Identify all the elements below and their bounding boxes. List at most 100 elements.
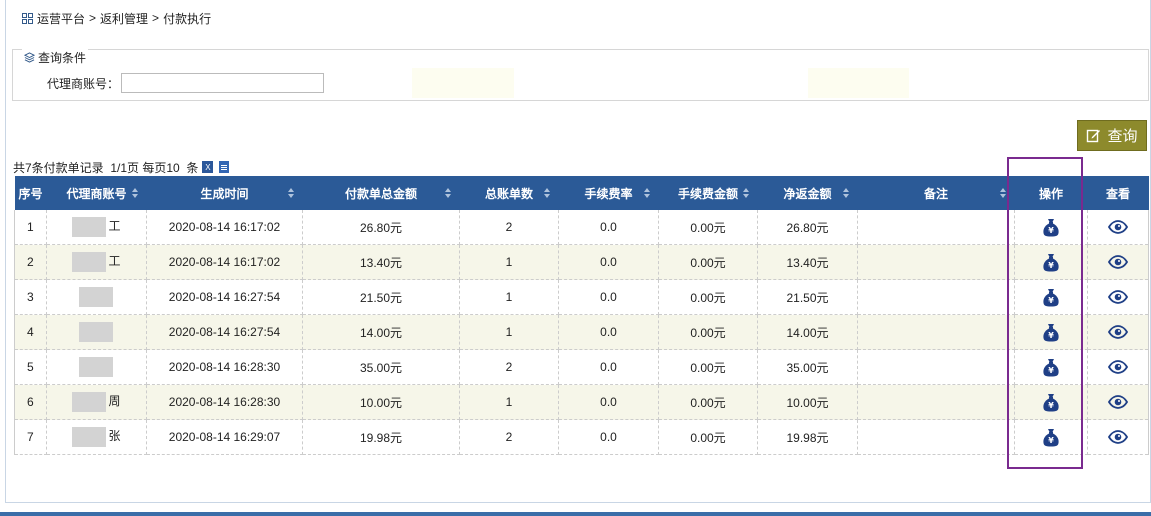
eye-icon[interactable]	[1107, 220, 1129, 235]
grid-icon	[22, 12, 33, 24]
header-remark[interactable]: 备注	[857, 176, 1015, 210]
sort-icon[interactable]	[643, 188, 651, 198]
cell-net-amount: 26.80元	[757, 210, 858, 245]
header-total-amount[interactable]: 付款单总金额	[302, 176, 460, 210]
header-label: 手续费率	[584, 186, 633, 201]
cell-operation: ¥	[1014, 210, 1088, 245]
breadcrumb-item[interactable]: 运营平台	[37, 10, 85, 27]
money-bag-icon[interactable]: ¥	[1043, 323, 1059, 342]
sort-icon[interactable]	[287, 188, 295, 198]
cell-fee-rate: 0.0	[558, 279, 659, 315]
cell-agent-account	[46, 314, 147, 350]
cell-bill-count: 1	[459, 384, 559, 420]
breadcrumb-separator: >	[152, 11, 160, 25]
redacted-block	[72, 252, 107, 272]
cell-created-time: 2020-08-14 16:29:07	[146, 419, 303, 455]
header-index: 序号	[14, 176, 47, 210]
cell-bill-count: 2	[459, 349, 559, 385]
money-bag-icon[interactable]: ¥	[1043, 428, 1059, 447]
cell-operation: ¥	[1014, 244, 1088, 280]
cell-created-time: 2020-08-14 16:28:30	[146, 349, 303, 385]
money-bag-icon[interactable]: ¥	[1043, 358, 1059, 377]
cell-total-amount: 13.40元	[302, 244, 460, 280]
document-icon[interactable]	[219, 161, 230, 173]
cell-remark	[857, 384, 1015, 420]
cell-fee-rate: 0.0	[558, 244, 659, 280]
header-created-time[interactable]: 生成时间	[146, 176, 303, 210]
eye-icon[interactable]	[1107, 255, 1129, 270]
layers-icon	[24, 52, 35, 63]
cell-created-time: 2020-08-14 16:17:02	[146, 210, 303, 245]
sort-icon[interactable]	[131, 188, 139, 198]
cell-index: 3	[14, 279, 47, 315]
table-header-row: 序号 代理商账号 生成时间 付款单总金额 总账单数 手续费率 手续费金额 净返金额 备注 操作 查看	[14, 176, 1149, 210]
record-summary-text: 共7条付款单记录 1/1页 每页10 条	[13, 160, 199, 175]
cell-fee-rate: 0.0	[558, 349, 659, 385]
cell-remark	[857, 210, 1015, 245]
cell-net-amount: 21.50元	[757, 279, 858, 315]
breadcrumb-item[interactable]: 返利管理	[100, 10, 148, 27]
excel-icon[interactable]: X	[202, 161, 214, 173]
cell-total-amount: 21.50元	[302, 279, 460, 315]
sort-icon[interactable]	[543, 188, 551, 198]
cell-fee-rate: 0.0	[558, 314, 659, 350]
redacted-block	[78, 287, 113, 307]
cell-operation: ¥	[1014, 314, 1088, 350]
agent-account-input[interactable]	[121, 73, 324, 93]
edit-icon	[1087, 129, 1101, 143]
money-bag-icon[interactable]: ¥	[1043, 218, 1059, 237]
cell-agent-account: 周	[46, 384, 147, 420]
cell-fee-rate: 0.0	[558, 210, 659, 245]
eye-icon[interactable]	[1107, 360, 1129, 375]
query-legend: 查询条件	[22, 49, 89, 66]
header-fee-rate[interactable]: 手续费率	[558, 176, 659, 210]
placeholder-cell	[808, 68, 909, 98]
money-bag-icon[interactable]: ¥	[1043, 253, 1059, 272]
header-agent-account[interactable]: 代理商账号	[46, 176, 147, 210]
cell-fee-amount: 0.00元	[658, 384, 758, 420]
sort-icon[interactable]	[999, 188, 1007, 198]
sort-icon[interactable]	[444, 188, 452, 198]
header-label: 备注	[923, 186, 948, 201]
sort-icon[interactable]	[842, 188, 850, 198]
eye-icon[interactable]	[1107, 290, 1129, 305]
eye-icon[interactable]	[1107, 395, 1129, 410]
cell-index: 1	[14, 210, 47, 245]
cell-index: 6	[14, 384, 47, 420]
cell-bill-count: 1	[459, 279, 559, 315]
header-label: 净返金额	[783, 186, 832, 201]
header-bill-count[interactable]: 总账单数	[459, 176, 559, 210]
query-button[interactable]: 查询	[1077, 120, 1147, 151]
cell-index: 4	[14, 314, 47, 350]
svg-text:¥: ¥	[1048, 261, 1054, 270]
cell-net-amount: 14.00元	[757, 314, 858, 350]
agent-account-text: 工	[108, 219, 121, 234]
cell-bill-count: 1	[459, 314, 559, 350]
eye-icon[interactable]	[1107, 430, 1129, 445]
header-net-amount[interactable]: 净返金额	[757, 176, 858, 210]
table-row: 3 2020-08-14 16:27:54 21.50元 1 0.0 0.00元 21.50…	[14, 279, 1149, 315]
header-label: 操作	[1038, 186, 1063, 201]
eye-icon[interactable]	[1107, 325, 1129, 340]
cell-net-amount: 35.00元	[757, 349, 858, 385]
cell-fee-amount: 0.00元	[658, 210, 758, 245]
svg-text:¥: ¥	[1048, 366, 1054, 375]
cell-remark	[857, 244, 1015, 280]
cell-created-time: 2020-08-14 16:27:54	[146, 279, 303, 315]
svg-text:¥: ¥	[1048, 436, 1054, 445]
cell-index: 2	[14, 244, 47, 280]
cell-total-amount: 35.00元	[302, 349, 460, 385]
cell-total-amount: 19.98元	[302, 419, 460, 455]
redacted-block	[78, 357, 113, 377]
money-bag-icon[interactable]: ¥	[1043, 288, 1059, 307]
header-label: 总账单数	[484, 186, 533, 201]
cell-created-time: 2020-08-14 16:27:54	[146, 314, 303, 350]
breadcrumb: 运营平台 > 返利管理 > 付款执行	[22, 10, 211, 26]
header-fee-amount[interactable]: 手续费金额	[658, 176, 758, 210]
breadcrumb-item-current: 付款执行	[163, 11, 212, 26]
header-label: 查看	[1105, 186, 1130, 201]
cell-fee-amount: 0.00元	[658, 349, 758, 385]
sort-icon[interactable]	[742, 188, 750, 198]
money-bag-icon[interactable]: ¥	[1043, 393, 1059, 412]
placeholder-cell	[412, 68, 514, 98]
